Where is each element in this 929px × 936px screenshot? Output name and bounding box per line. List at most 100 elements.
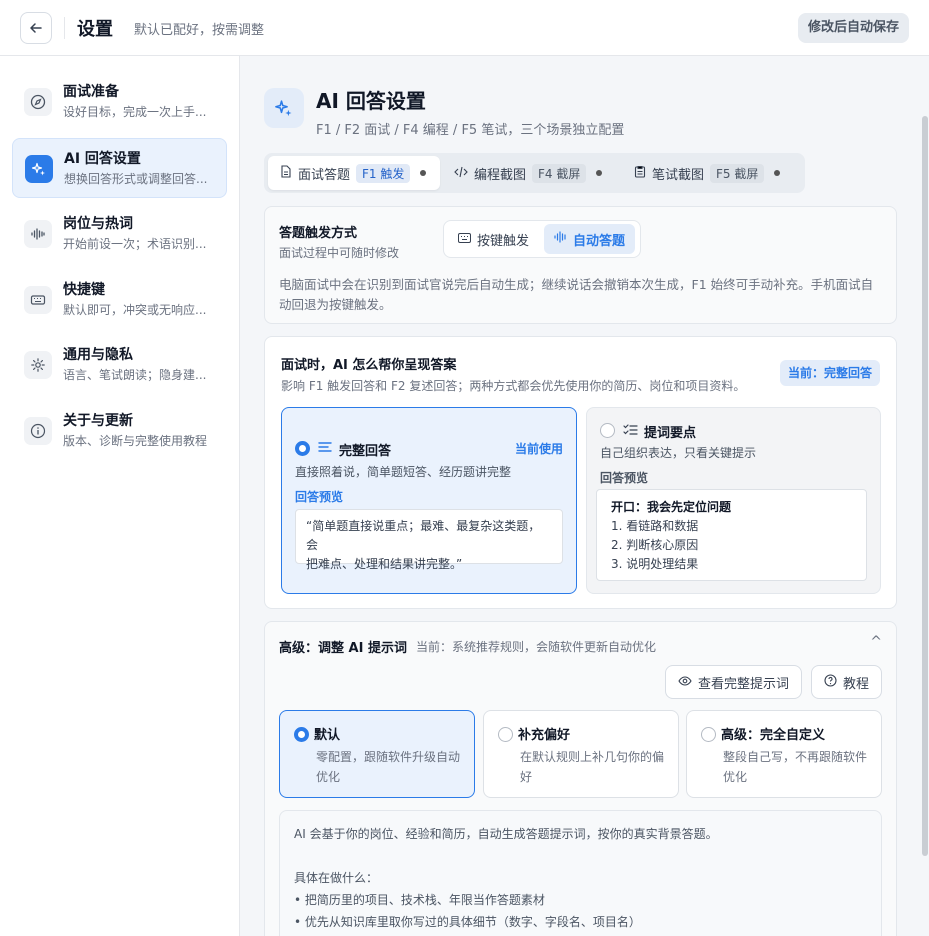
sidebar-item-ai-answer[interactable]: AI 回答设置 想换回答形式或调整回答...: [12, 138, 227, 198]
trigger-mode-auto[interactable]: 自动答题: [544, 224, 636, 254]
keypoints-option[interactable]: 提词要点 自己组织表达，只看关键提示 回答预览 开口：我会先定位问题 1. 看链…: [586, 407, 881, 594]
sparkles-icon: [25, 155, 53, 183]
scenario-tabs: 面试答题 F1 触发 编程截图 F4 截屏 笔试截图 F5 截屏: [264, 153, 805, 193]
preview-point: 2. 判断核心原因: [611, 538, 699, 552]
preview-line: “简单题直接说重点；最难、最复杂这类题，会: [306, 519, 541, 552]
option-title: 默认: [314, 728, 341, 743]
code-icon: [454, 166, 468, 181]
option-desc: 整段自己写，不再跟随软件优化: [723, 750, 868, 784]
option-label: 按键触发: [477, 233, 530, 249]
eye-icon: [678, 675, 692, 690]
radio-selected[interactable]: [294, 727, 309, 742]
header-subtitle: 默认已配好，按需调整: [134, 23, 265, 38]
tab-status-dot: [774, 170, 781, 176]
audio-waveform-icon: [24, 220, 52, 248]
info-intro: AI 会基于你的岗位、经验和简历，自动生成答题提示词，按你的真实背景答题。: [294, 827, 718, 841]
gear-icon: [24, 351, 52, 379]
tab-written-test[interactable]: 笔试截图 F5 截屏: [622, 156, 800, 190]
preview-point: 1. 看链路和数据: [611, 519, 699, 533]
sidebar-item-desc: 想换回答形式或调整回答...: [64, 172, 208, 186]
advanced-prompt-card: 高级：调整 AI 提示词 当前：系统推荐规则，会随软件更新自动优化 ^ 查看完整…: [264, 621, 897, 936]
keyboard-icon: [458, 232, 471, 247]
sidebar-item-general-privacy[interactable]: 通用与隐私 语言、笔试朗读；隐身建...: [12, 335, 227, 395]
button-label: 教程: [843, 676, 870, 692]
presentation-title: 面试时，AI 怎么帮你呈现答案: [281, 358, 457, 373]
document-icon: [280, 165, 292, 181]
prompt-option-default[interactable]: 默认 零配置，跟随软件升级自动优化: [279, 710, 475, 798]
button-label: 查看完整提示词: [698, 676, 790, 692]
tab-key-badge: F5 截屏: [710, 163, 765, 183]
list-icon: [318, 440, 332, 458]
radio-unselected[interactable]: [701, 727, 716, 742]
presentation-desc: 影响 F1 触发回答和 F2 复述回答；两种方式都会优先使用你的简历、岗位和项目…: [281, 379, 746, 393]
radio-selected[interactable]: [295, 441, 310, 456]
sidebar-item-title: 快捷键: [63, 282, 105, 298]
radio-unselected[interactable]: [600, 423, 615, 438]
option-title: 完整回答: [339, 444, 392, 459]
sidebar-item-interview-prep[interactable]: 面试准备 设好目标，完成一次上手...: [12, 72, 227, 132]
trigger-note-line: 电脑面试中会在识别到面试官说完后自动生成；继续说话会撤销本次生成，F1 始终可手…: [279, 277, 874, 292]
sidebar-item-shortcuts[interactable]: 快捷键 默认即可，冲突或无响应...: [12, 270, 227, 330]
trigger-mode-card: 答题触发方式 面试过程中可随时修改 按键触发 自动答题 电脑面试中会在识别到面试…: [264, 206, 897, 324]
option-desc: 零配置，跟随软件升级自动优化: [316, 750, 461, 784]
info-icon: [24, 417, 52, 445]
option-title: 提词要点: [644, 426, 697, 441]
compass-icon: [24, 88, 52, 116]
collapse-chevron-icon[interactable]: ^: [870, 634, 882, 650]
preview-label: 回答预览: [600, 471, 649, 485]
keypoints-preview: 开口：我会先定位问题 1. 看链路和数据 2. 判断核心原因 3. 说明处理结果: [596, 489, 867, 581]
trigger-title: 答题触发方式: [279, 226, 358, 241]
sidebar-item-about-updates[interactable]: 关于与更新 版本、诊断与完整使用教程: [12, 401, 227, 461]
arrow-left-icon: [30, 23, 42, 33]
top-bar: 设置 默认已配好，按需调整 修改后自动保存: [0, 0, 929, 56]
trigger-note-line: 动回退为按键触发。: [279, 297, 392, 312]
sidebar-item-title: AI 回答设置: [64, 151, 141, 167]
sidebar-item-desc: 设好目标，完成一次上手...: [63, 105, 207, 119]
trigger-note: 电脑面试中会在识别到面试官说完后自动生成；继续说话会撤销本次生成，F1 始终可手…: [279, 275, 884, 315]
page-subtitle: F1 / F2 面试 / F4 编程 / F5 笔试，三个场景独立配置: [316, 123, 625, 138]
tab-status-dot: [420, 170, 427, 176]
view-full-prompt-button[interactable]: 查看完整提示词: [665, 665, 803, 699]
tab-coding[interactable]: 编程截图 F4 截屏: [442, 156, 620, 190]
preview-opener: 开口：我会先定位问题: [611, 500, 732, 514]
tab-key-badge: F1 触发: [356, 163, 411, 183]
info-heading: 具体在做什么：: [294, 871, 379, 885]
tab-label: 编程截图: [474, 167, 527, 183]
sidebar-item-desc: 默认即可，冲突或无响应...: [63, 303, 207, 317]
sidebar-item-title: 关于与更新: [63, 413, 133, 429]
scrollbar[interactable]: [920, 56, 929, 936]
keyboard-icon: [24, 286, 52, 314]
scrollbar-thumb[interactable]: [922, 116, 928, 856]
main-content: AI 回答设置 F1 / F2 面试 / F4 编程 / F5 笔试，三个场景独…: [240, 56, 920, 936]
list-checks-icon: [623, 423, 638, 441]
radio-unselected[interactable]: [498, 727, 513, 742]
sidebar-item-title: 岗位与热词: [63, 216, 133, 232]
trigger-mode-keypress[interactable]: 按键触发: [448, 224, 539, 254]
option-desc: 在默认规则上补几句你的偏好: [520, 750, 665, 784]
sparkles-icon: [264, 88, 304, 128]
tutorial-button[interactable]: 教程: [811, 665, 883, 699]
answer-presentation-card: 面试时，AI 怎么帮你呈现答案 影响 F1 触发回答和 F2 复述回答；两种方式…: [264, 336, 897, 609]
sidebar-item-desc: 版本、诊断与完整使用教程: [63, 434, 208, 448]
sidebar-item-desc: 语言、笔试朗读；隐身建...: [63, 368, 207, 382]
back-button[interactable]: [20, 12, 52, 44]
header-divider: [64, 17, 65, 39]
prompt-option-custom[interactable]: 高级：完全自定义 整段自己写，不再跟随软件优化: [686, 710, 882, 798]
option-title: 高级：完全自定义: [721, 728, 826, 743]
advanced-title: 高级：调整 AI 提示词: [279, 641, 407, 656]
page-heading: 设置: [77, 19, 113, 40]
preview-label: 回答预览: [295, 490, 344, 504]
sidebar-item-desc: 开始前设一次；术语识别...: [63, 237, 207, 251]
sidebar-item-job-keywords[interactable]: 岗位与热词 开始前设一次；术语识别...: [12, 204, 227, 264]
clipboard-icon: [634, 165, 646, 181]
info-bullet: • 把简历里的项目、技术栈、年限当作答题素材: [294, 893, 545, 907]
tab-interview[interactable]: 面试答题 F1 触发: [268, 156, 440, 190]
option-desc: 自己组织表达，只看关键提示: [600, 446, 757, 460]
tab-status-dot: [596, 170, 603, 176]
trigger-desc: 面试过程中可随时修改: [279, 246, 400, 260]
full-answer-option[interactable]: 完整回答 当前使用 直接照着说，简单题短答、经历题讲完整 回答预览 “简单题直接…: [281, 407, 577, 594]
help-circle-icon: [824, 673, 837, 691]
advanced-current: 当前：系统推荐规则，会随软件更新自动优化: [416, 640, 657, 654]
tab-key-badge: F4 截屏: [532, 163, 587, 183]
prompt-option-supplement[interactable]: 补充偏好 在默认规则上补几句你的偏好: [483, 710, 679, 798]
